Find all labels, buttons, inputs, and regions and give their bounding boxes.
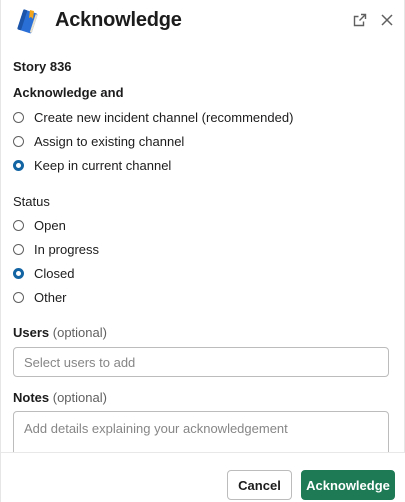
- radio-label: In progress: [34, 242, 100, 257]
- radio-button[interactable]: [13, 244, 24, 255]
- radio-button[interactable]: [13, 220, 24, 231]
- users-label: Users (optional): [13, 325, 107, 340]
- radio-label: Other: [34, 290, 67, 305]
- radio-button[interactable]: [13, 112, 24, 123]
- radio-status-closed[interactable]: Closed: [13, 266, 74, 281]
- radio-label: Create new incident channel (recommended…: [34, 110, 294, 125]
- story-title: Story 836: [13, 59, 72, 74]
- radio-status-open[interactable]: Open: [13, 218, 66, 233]
- radio-status-other[interactable]: Other: [13, 290, 67, 305]
- notes-optional-text: (optional): [52, 390, 107, 405]
- notes-label: Notes (optional): [13, 390, 107, 405]
- users-select-input[interactable]: [13, 347, 389, 377]
- radio-status-in-progress[interactable]: In progress: [13, 242, 99, 257]
- modal-header: Acknowledge: [1, 0, 405, 44]
- cancel-button[interactable]: Cancel: [227, 470, 292, 500]
- modal-title: Acknowledge: [55, 9, 182, 31]
- close-icon[interactable]: [378, 11, 396, 29]
- radio-label: Open: [34, 218, 66, 233]
- radio-button-selected[interactable]: [13, 160, 24, 171]
- acknowledge-modal: Acknowledge Story 836 Acknowledge and Cr…: [0, 0, 405, 502]
- radio-assign-existing-channel[interactable]: Assign to existing channel: [13, 134, 184, 149]
- modal-footer: Cancel Acknowledge: [1, 452, 405, 502]
- status-label: Status: [13, 194, 50, 209]
- radio-button-selected[interactable]: [13, 268, 24, 279]
- radio-button[interactable]: [13, 292, 24, 303]
- acknowledge-and-label: Acknowledge and: [13, 85, 124, 100]
- radio-keep-current-channel[interactable]: Keep in current channel: [13, 158, 171, 173]
- radio-label: Closed: [34, 266, 75, 281]
- popout-icon[interactable]: [351, 11, 369, 29]
- radio-label: Assign to existing channel: [34, 134, 185, 149]
- users-optional-text: (optional): [52, 325, 107, 340]
- radio-label: Keep in current channel: [34, 158, 172, 173]
- radio-create-new-channel[interactable]: Create new incident channel (recommended…: [13, 110, 293, 125]
- acknowledge-button[interactable]: Acknowledge: [301, 470, 395, 500]
- notes-label-text: Notes: [13, 390, 50, 405]
- users-label-text: Users: [13, 325, 50, 340]
- notebook-icon: [14, 8, 41, 35]
- radio-button[interactable]: [13, 136, 24, 147]
